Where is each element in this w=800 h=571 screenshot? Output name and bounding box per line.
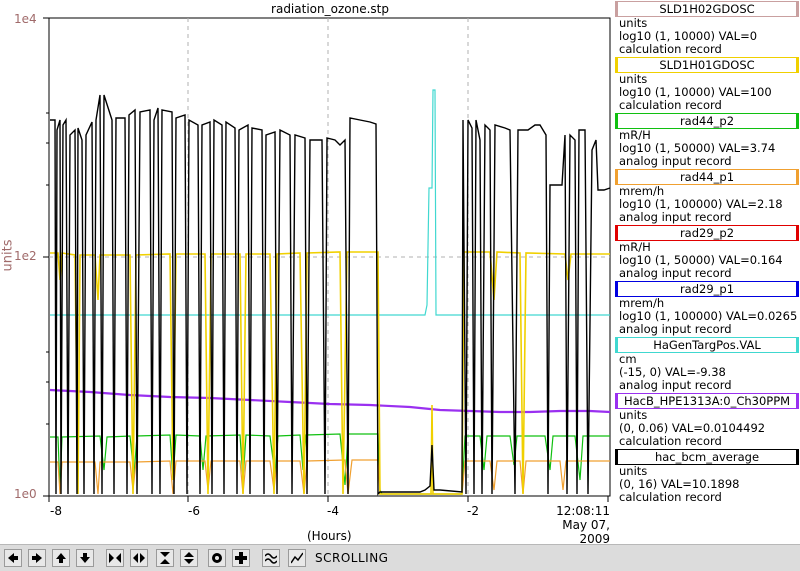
- wave-icon: [265, 553, 277, 564]
- pan-up-button[interactable]: [52, 549, 70, 567]
- x-tick-minus2: -2: [467, 504, 479, 518]
- legend-name-button[interactable]: rad29_p2: [615, 225, 799, 241]
- toolbar: SCROLLING: [0, 544, 800, 571]
- legend-record-type: calculation record: [619, 434, 722, 448]
- strip-chart-plot[interactable]: [0, 0, 614, 544]
- status-text: SCROLLING: [315, 551, 389, 565]
- zoom-out-vertical-icon: [184, 552, 194, 564]
- legend-name-button[interactable]: rad44_p2: [615, 113, 799, 129]
- zoom-out-x-button[interactable]: [130, 549, 148, 567]
- legend-name-button[interactable]: hac_bcm_average: [615, 449, 799, 465]
- legend-entry[interactable]: HaGenTargPos.VAL cm (-15, 0) VAL=-9.38 a…: [614, 337, 800, 392]
- x-tick-minus8: -8: [50, 504, 62, 518]
- zoom-in-y-button[interactable]: [156, 549, 174, 567]
- legend-name-button[interactable]: SLD1H01GDOSC: [615, 57, 799, 73]
- legend-entry[interactable]: SLD1H02GDOSC units log10 (1, 10000) VAL=…: [614, 1, 800, 56]
- stop-button[interactable]: [208, 549, 226, 567]
- x-axis-label: (Hours): [307, 529, 352, 543]
- x-tick-minus6: -6: [188, 504, 200, 518]
- end-date: May 07, 2009: [562, 518, 610, 546]
- zoom-in-x-button[interactable]: [106, 549, 124, 567]
- zoom-in-vertical-icon: [160, 552, 170, 564]
- stop-circle-icon: [212, 553, 222, 563]
- legend-entry[interactable]: rad29_p1 mrem/h log10 (1, 100000) VAL=0.…: [614, 281, 800, 336]
- legend-entry[interactable]: hac_bcm_average units (0, 16) VAL=10.189…: [614, 449, 800, 504]
- legend-record-type: analog input record: [619, 378, 732, 392]
- legend-name-button[interactable]: rad29_p1: [615, 281, 799, 297]
- legend-record-type: analog input record: [619, 210, 732, 224]
- legend-entry[interactable]: SLD1H01GDOSC units log10 (1, 10000) VAL=…: [614, 57, 800, 112]
- legend-entry[interactable]: rad44_p1 mrem/h log10 (1, 100000) VAL=2.…: [614, 169, 800, 224]
- pan-right-button[interactable]: [28, 549, 46, 567]
- zoom-in-horizontal-icon: [109, 553, 121, 563]
- legend-record-type: analog input record: [619, 266, 732, 280]
- legend-entry[interactable]: rad29_p2 mR/H log10 (1, 50000) VAL=0.164…: [614, 225, 800, 280]
- add-button[interactable]: [232, 549, 250, 567]
- pan-down-button[interactable]: [76, 549, 94, 567]
- arrow-left-icon: [8, 553, 18, 563]
- legend-name-button[interactable]: rad44_p1: [615, 169, 799, 185]
- legend-panel: SLD1H02GDOSC units log10 (1, 10000) VAL=…: [614, 0, 800, 504]
- legend-name-button[interactable]: HaGenTargPos.VAL: [615, 337, 799, 353]
- arrow-down-icon: [80, 553, 90, 563]
- legend-record-type: analog input record: [619, 322, 732, 336]
- zoom-out-horizontal-icon: [133, 553, 145, 563]
- legend-record-type: calculation record: [619, 42, 722, 56]
- legend-entry[interactable]: rad44_p2 mR/H log10 (1, 50000) VAL=3.74 …: [614, 113, 800, 168]
- config-button[interactable]: [288, 549, 306, 567]
- arrow-up-icon: [56, 553, 66, 563]
- legend-record-type: calculation record: [619, 98, 722, 112]
- legend-entry[interactable]: HacB_HPE1313A:0_Ch30PPM units (0, 0.06) …: [614, 393, 800, 448]
- legend-name-button[interactable]: SLD1H02GDOSC: [615, 1, 799, 17]
- end-time: 12:08:11: [556, 504, 610, 518]
- x-tick-minus4: -4: [327, 504, 339, 518]
- legend-record-type: analog input record: [619, 154, 732, 168]
- legend-name-button[interactable]: HacB_HPE1313A:0_Ch30PPM: [615, 393, 799, 409]
- graph-icon: [291, 552, 303, 564]
- pan-left-button[interactable]: [4, 549, 22, 567]
- arrow-right-icon: [32, 553, 42, 563]
- autoscale-button[interactable]: [262, 549, 280, 567]
- legend-record-type: calculation record: [619, 490, 722, 504]
- zoom-out-y-button[interactable]: [180, 549, 198, 567]
- plus-icon: [235, 552, 247, 564]
